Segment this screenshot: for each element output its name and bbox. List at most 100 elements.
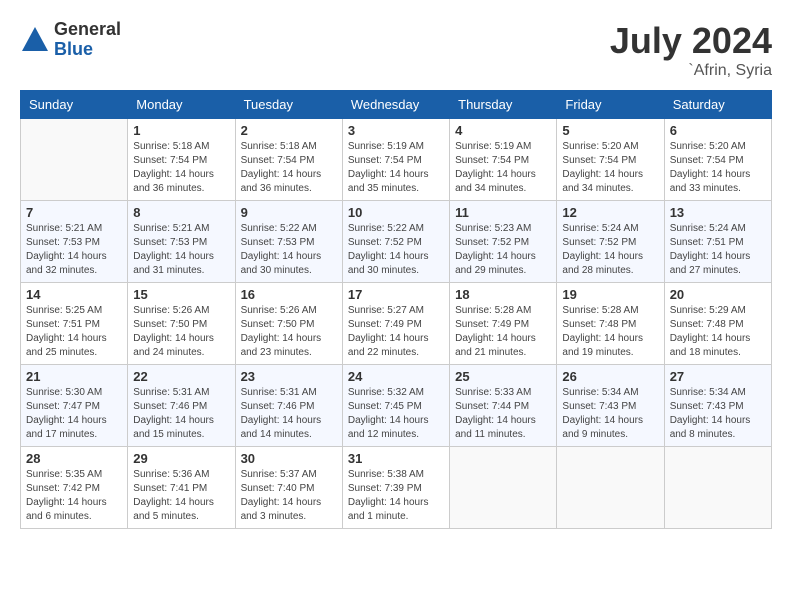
day-info: Sunrise: 5:34 AMSunset: 7:43 PMDaylight:… [670, 386, 766, 442]
calendar-cell: 25 Sunrise: 5:33 AMSunset: 7:44 PMDayligh… [450, 365, 557, 447]
day-info: Sunrise: 5:31 AMSunset: 7:46 PMDaylight:… [241, 386, 337, 442]
day-number: 27 [670, 369, 766, 384]
day-info: Sunrise: 5:23 AMSunset: 7:52 PMDaylight:… [455, 222, 551, 278]
day-info: Sunrise: 5:27 AMSunset: 7:49 PMDaylight:… [348, 304, 444, 360]
calendar-cell [664, 447, 771, 529]
day-number: 1 [133, 123, 229, 138]
calendar-cell: 8 Sunrise: 5:21 AMSunset: 7:53 PMDaylight… [128, 201, 235, 283]
day-number: 22 [133, 369, 229, 384]
day-info: Sunrise: 5:19 AMSunset: 7:54 PMDaylight:… [455, 140, 551, 196]
day-number: 17 [348, 287, 444, 302]
calendar-week-row: 28Sunrise: 5:35 AMSunset: 7:42 PMDayligh… [21, 447, 772, 529]
col-header-monday: Monday [128, 91, 235, 119]
day-info: Sunrise: 5:33 AMSunset: 7:44 PMDaylight:… [455, 386, 551, 442]
calendar-cell: 22 Sunrise: 5:31 AMSunset: 7:46 PMDayligh… [128, 365, 235, 447]
col-header-wednesday: Wednesday [342, 91, 449, 119]
calendar-cell [450, 447, 557, 529]
day-number: 23 [241, 369, 337, 384]
day-number: 24 [348, 369, 444, 384]
calendar-cell: 11 Sunrise: 5:23 AMSunset: 7:52 PMDayligh… [450, 201, 557, 283]
calendar-cell: 5Sunrise: 5:20 AMSunset: 7:54 PMDaylight… [557, 119, 664, 201]
logo: General Blue [20, 20, 121, 60]
day-info: Sunrise: 5:18 AMSunset: 7:54 PMDaylight:… [133, 140, 229, 196]
logo-text: General Blue [54, 20, 121, 60]
day-info: Sunrise: 5:20 AMSunset: 7:54 PMDaylight:… [562, 140, 658, 196]
col-header-thursday: Thursday [450, 91, 557, 119]
day-info: Sunrise: 5:22 AMSunset: 7:53 PMDaylight:… [241, 222, 337, 278]
day-info: Sunrise: 5:26 AMSunset: 7:50 PMDaylight:… [241, 304, 337, 360]
day-info: Sunrise: 5:35 AMSunset: 7:42 PMDaylight:… [26, 468, 122, 524]
calendar-cell: 10 Sunrise: 5:22 AMSunset: 7:52 PMDayligh… [342, 201, 449, 283]
day-info: Sunrise: 5:31 AMSunset: 7:46 PMDaylight:… [133, 386, 229, 442]
day-info: Sunrise: 5:28 AMSunset: 7:49 PMDaylight:… [455, 304, 551, 360]
day-number: 30 [241, 451, 337, 466]
calendar-week-row: 21 Sunrise: 5:30 AMSunset: 7:47 PMDayligh… [21, 365, 772, 447]
day-number: 9 [241, 205, 337, 220]
calendar-cell: 2 Sunrise: 5:18 AMSunset: 7:54 PMDaylight… [235, 119, 342, 201]
day-info: Sunrise: 5:32 AMSunset: 7:45 PMDaylight:… [348, 386, 444, 442]
calendar-cell: 19Sunrise: 5:28 AMSunset: 7:48 PMDayligh… [557, 283, 664, 365]
location-subtitle: `Afrin, Syria [610, 62, 772, 80]
day-number: 7 [26, 205, 122, 220]
day-number: 18 [455, 287, 551, 302]
calendar-cell: 21 Sunrise: 5:30 AMSunset: 7:47 PMDayligh… [21, 365, 128, 447]
day-info: Sunrise: 5:30 AMSunset: 7:47 PMDaylight:… [26, 386, 122, 442]
day-info: Sunrise: 5:37 AMSunset: 7:40 PMDaylight:… [241, 468, 337, 524]
calendar-cell: 18 Sunrise: 5:28 AMSunset: 7:49 PMDayligh… [450, 283, 557, 365]
calendar-week-row: 14 Sunrise: 5:25 AMSunset: 7:51 PMDayligh… [21, 283, 772, 365]
day-number: 20 [670, 287, 766, 302]
day-number: 8 [133, 205, 229, 220]
day-number: 10 [348, 205, 444, 220]
calendar-cell: 16 Sunrise: 5:26 AMSunset: 7:50 PMDayligh… [235, 283, 342, 365]
day-number: 6 [670, 123, 766, 138]
calendar-week-row: 7 Sunrise: 5:21 AMSunset: 7:53 PMDaylight… [21, 201, 772, 283]
day-number: 14 [26, 287, 122, 302]
day-number: 3 [348, 123, 444, 138]
calendar-cell: 14 Sunrise: 5:25 AMSunset: 7:51 PMDayligh… [21, 283, 128, 365]
day-number: 25 [455, 369, 551, 384]
calendar-cell: 13Sunrise: 5:24 AMSunset: 7:51 PMDayligh… [664, 201, 771, 283]
day-info: Sunrise: 5:22 AMSunset: 7:52 PMDaylight:… [348, 222, 444, 278]
day-info: Sunrise: 5:18 AMSunset: 7:54 PMDaylight:… [241, 140, 337, 196]
day-number: 16 [241, 287, 337, 302]
day-number: 11 [455, 205, 551, 220]
calendar-cell: 17 Sunrise: 5:27 AMSunset: 7:49 PMDayligh… [342, 283, 449, 365]
calendar-table: SundayMondayTuesdayWednesdayThursdayFrid… [20, 90, 772, 529]
title-block: July 2024 `Afrin, Syria [610, 20, 772, 80]
day-number: 2 [241, 123, 337, 138]
calendar-cell: 20Sunrise: 5:29 AMSunset: 7:48 PMDayligh… [664, 283, 771, 365]
day-number: 21 [26, 369, 122, 384]
day-info: Sunrise: 5:34 AMSunset: 7:43 PMDaylight:… [562, 386, 658, 442]
calendar-cell: 1 Sunrise: 5:18 AMSunset: 7:54 PMDaylight… [128, 119, 235, 201]
calendar-cell: 28Sunrise: 5:35 AMSunset: 7:42 PMDayligh… [21, 447, 128, 529]
day-info: Sunrise: 5:24 AMSunset: 7:51 PMDaylight:… [670, 222, 766, 278]
calendar-cell: 3Sunrise: 5:19 AMSunset: 7:54 PMDaylight… [342, 119, 449, 201]
calendar-cell: 9 Sunrise: 5:22 AMSunset: 7:53 PMDaylight… [235, 201, 342, 283]
calendar-header-row: SundayMondayTuesdayWednesdayThursdayFrid… [21, 91, 772, 119]
day-number: 4 [455, 123, 551, 138]
month-year-title: July 2024 [610, 20, 772, 62]
calendar-cell: 31Sunrise: 5:38 AMSunset: 7:39 PMDayligh… [342, 447, 449, 529]
day-info: Sunrise: 5:24 AMSunset: 7:52 PMDaylight:… [562, 222, 658, 278]
day-number: 12 [562, 205, 658, 220]
day-number: 15 [133, 287, 229, 302]
day-info: Sunrise: 5:25 AMSunset: 7:51 PMDaylight:… [26, 304, 122, 360]
day-number: 31 [348, 451, 444, 466]
day-number: 26 [562, 369, 658, 384]
calendar-cell [21, 119, 128, 201]
day-info: Sunrise: 5:20 AMSunset: 7:54 PMDaylight:… [670, 140, 766, 196]
calendar-cell: 24 Sunrise: 5:32 AMSunset: 7:45 PMDayligh… [342, 365, 449, 447]
day-info: Sunrise: 5:21 AMSunset: 7:53 PMDaylight:… [26, 222, 122, 278]
calendar-week-row: 1 Sunrise: 5:18 AMSunset: 7:54 PMDaylight… [21, 119, 772, 201]
col-header-sunday: Sunday [21, 91, 128, 119]
calendar-cell: 30 Sunrise: 5:37 AMSunset: 7:40 PMDayligh… [235, 447, 342, 529]
page-header: General Blue July 2024 `Afrin, Syria [20, 20, 772, 80]
day-info: Sunrise: 5:28 AMSunset: 7:48 PMDaylight:… [562, 304, 658, 360]
day-info: Sunrise: 5:26 AMSunset: 7:50 PMDaylight:… [133, 304, 229, 360]
calendar-cell: 4 Sunrise: 5:19 AMSunset: 7:54 PMDaylight… [450, 119, 557, 201]
calendar-cell: 23 Sunrise: 5:31 AMSunset: 7:46 PMDayligh… [235, 365, 342, 447]
logo-blue: Blue [54, 40, 121, 60]
logo-general: General [54, 20, 121, 40]
day-info: Sunrise: 5:21 AMSunset: 7:53 PMDaylight:… [133, 222, 229, 278]
calendar-cell: 6 Sunrise: 5:20 AMSunset: 7:54 PMDaylight… [664, 119, 771, 201]
